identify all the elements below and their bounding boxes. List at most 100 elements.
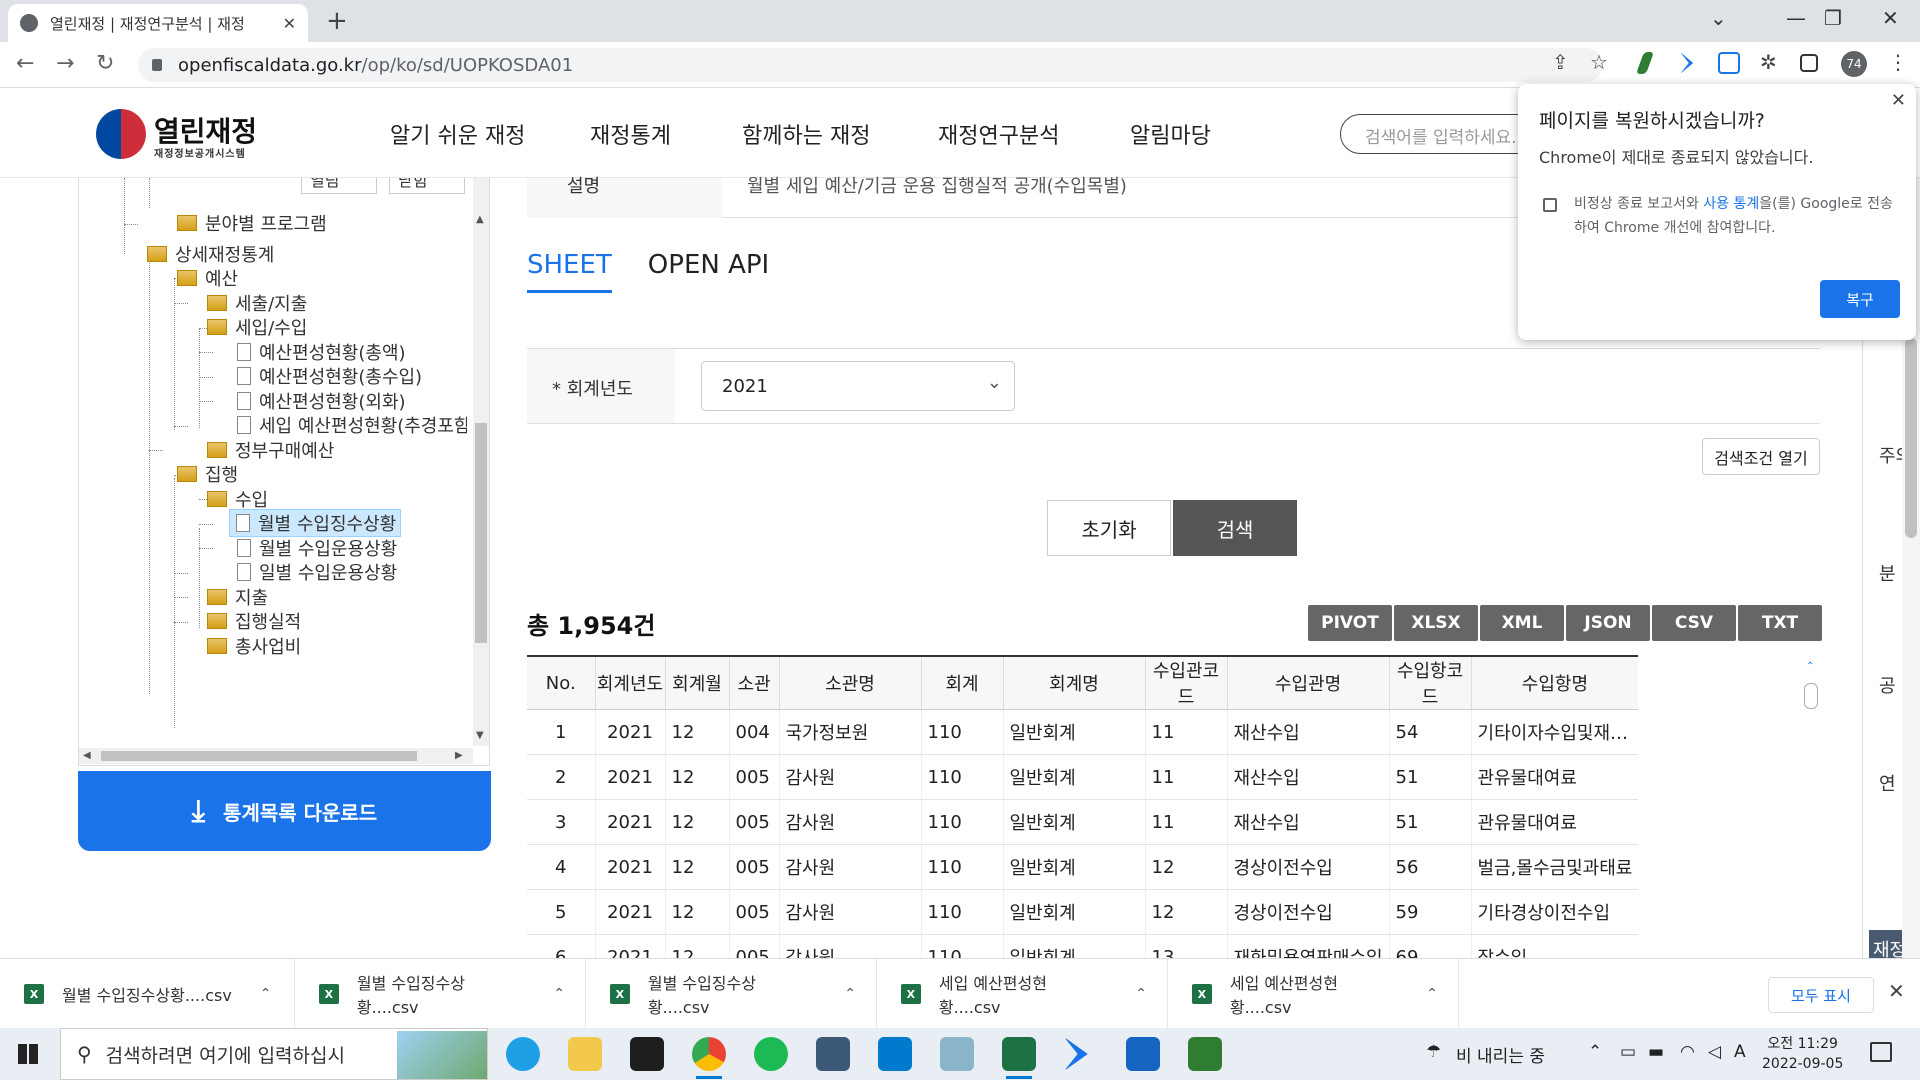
media-app-icon[interactable] <box>1188 1037 1222 1071</box>
battery-icon[interactable]: ▬ <box>1648 1042 1664 1062</box>
extension-ui-icon[interactable] <box>1718 52 1740 74</box>
table-row[interactable]: 4 2021 12 005 감사원 110 일반회계 12 경상이전수입 56 벌금,몰수금및과태료 <box>527 844 1639 890</box>
nav-easy-finance[interactable]: 알기 쉬운 재정 <box>390 118 525 150</box>
side-panel-icon[interactable] <box>1800 54 1818 72</box>
column-header[interactable]: 회계월 <box>664 655 729 710</box>
share-icon[interactable]: ⇪ <box>1552 50 1574 74</box>
chrome-icon[interactable] <box>692 1037 726 1079</box>
search-button[interactable]: 검색 <box>1173 500 1297 556</box>
download-item[interactable]: X 월별 수입징수상황....csv ⌃ <box>586 959 877 1029</box>
tree-node-folder[interactable]: 총사업비 <box>207 632 301 660</box>
export-json-button[interactable]: JSON <box>1566 605 1650 641</box>
chevron-up-icon[interactable]: ⌃ <box>1426 986 1438 1002</box>
tree-node-folder[interactable]: 세입/수입 <box>207 313 307 341</box>
column-header[interactable]: 회계명 <box>1002 655 1145 710</box>
export-csv-button[interactable]: CSV <box>1652 605 1736 641</box>
download-item[interactable]: X 세입 예산편성현황....csv ⌃ <box>877 959 1168 1029</box>
taegeuk-logo-icon[interactable] <box>96 109 146 159</box>
tree-node-folder[interactable]: 집행 <box>177 460 238 488</box>
column-header[interactable]: 회계 <box>920 655 1003 710</box>
usage-stats-link[interactable]: 사용 통계 <box>1703 196 1759 212</box>
tree-node-doc[interactable]: 일별 수입운용상황 <box>237 558 397 586</box>
address-bar[interactable]: openfiscaldata.go.kr/op/ko/sd/UOPKOSDA01 <box>138 48 1603 82</box>
download-item[interactable]: X 세입 예산편성현황....csv ⌃ <box>1168 959 1459 1029</box>
column-header[interactable]: 수입관명 <box>1226 655 1390 710</box>
kebab-menu-icon[interactable]: ⋮ <box>1888 50 1910 74</box>
notification-icon[interactable] <box>1870 1042 1892 1062</box>
tab-sheet[interactable]: SHEET <box>527 250 612 293</box>
tab-search-icon[interactable]: ⌄ <box>1710 6 1727 30</box>
terminal-icon[interactable] <box>630 1037 664 1071</box>
scroll-down-icon[interactable]: ▼ <box>476 730 484 741</box>
chevron-up-icon[interactable]: ⌃ <box>844 986 856 1002</box>
column-header[interactable]: 소관명 <box>778 655 921 710</box>
power-automate-icon[interactable] <box>1064 1037 1088 1071</box>
open-filter-button[interactable]: 검색조건 열기 <box>1702 438 1820 475</box>
scroll-up-icon[interactable]: ⌃ <box>1806 661 1814 672</box>
collapse-all-button[interactable]: 닫힘 <box>389 178 465 194</box>
ime-icon[interactable]: A <box>1734 1042 1746 1062</box>
download-item[interactable]: X 월별 수입징수상황....csv ⌃ <box>295 959 586 1029</box>
taskbar-search-input[interactable]: ⚲ 검색하려면 여기에 입력하십시 <box>60 1028 488 1080</box>
spotify-icon[interactable] <box>754 1037 788 1071</box>
restore-icon[interactable]: ❐ <box>1824 6 1842 30</box>
tree-horizontal-scrollbar[interactable]: ◀ ▶ <box>79 748 473 764</box>
table-row[interactable]: 5 2021 12 005 감사원 110 일반회계 12 경상이전수입 59 기타경상이전수입 <box>527 889 1639 935</box>
nav-notice[interactable]: 알림마당 <box>1130 118 1211 150</box>
export-txt-button[interactable]: TXT <box>1738 605 1822 641</box>
extension-pen-icon[interactable] <box>1635 52 1655 74</box>
chevron-up-icon[interactable]: ⌃ <box>1135 986 1147 1002</box>
table-row[interactable]: 1 2021 12 004 국가정보원 110 일반회계 11 재산수입 54 기타이자수입및재… <box>527 709 1639 755</box>
column-header[interactable]: 수입항명 <box>1470 655 1639 710</box>
table-scrollbar[interactable]: ⌃ <box>1802 655 1820 958</box>
scroll-left-icon[interactable]: ◀ <box>83 750 91 761</box>
excel-icon[interactable] <box>1002 1037 1036 1079</box>
tray-device-icon[interactable]: ▭ <box>1620 1042 1636 1062</box>
tree-node-doc[interactable]: 세입 예산편성현황(추경포함 <box>237 411 467 439</box>
weather-icon[interactable]: ☂ <box>1426 1042 1441 1062</box>
tree-node-folder[interactable]: 집행실적 <box>207 607 301 635</box>
show-all-downloads-button[interactable]: 모두 표시 <box>1768 977 1874 1013</box>
close-window-icon[interactable]: ✕ <box>1882 6 1899 30</box>
column-header[interactable]: 수입관코드 <box>1144 655 1227 710</box>
volume-icon[interactable]: ◁ <box>1708 1042 1721 1062</box>
restore-button[interactable]: 복구 <box>1820 280 1900 318</box>
chevron-up-icon[interactable]: ⌃ <box>553 986 565 1002</box>
vscode-icon[interactable] <box>878 1037 912 1071</box>
tree-node-doc-selected[interactable]: 월별 수입징수상황 <box>229 509 402 537</box>
reload-icon[interactable]: ↻ <box>96 51 114 76</box>
close-icon[interactable]: ✕ <box>1888 979 1905 1003</box>
download-list-button[interactable]: ⤓ 통계목록 다운로드 <box>78 771 491 851</box>
tab-open-api[interactable]: OPEN API <box>648 250 769 293</box>
table-row[interactable]: 2 2021 12 005 감사원 110 일반회계 11 재산수입 51 관유물대여료 <box>527 754 1639 800</box>
download-item[interactable]: X 월별 수입징수상황....csv ⌃ <box>0 959 295 1029</box>
close-icon[interactable]: ✕ <box>1891 90 1906 111</box>
weather-text[interactable]: 비 내리는 중 <box>1456 1042 1545 1067</box>
tree-vertical-scrollbar[interactable]: ▲ ▼ <box>473 178 489 746</box>
scroll-right-icon[interactable]: ▶ <box>455 750 463 761</box>
column-header[interactable]: 소관 <box>728 655 779 710</box>
scroll-thumb[interactable] <box>475 423 487 643</box>
bookmark-star-icon[interactable]: ☆ <box>1590 50 1612 74</box>
tree-node-folder[interactable]: 예산 <box>177 264 238 292</box>
close-tab-icon[interactable]: ✕ <box>283 14 296 33</box>
back-icon[interactable]: ← <box>16 51 34 76</box>
column-header[interactable]: 수입항코드 <box>1388 655 1472 710</box>
wifi-icon[interactable]: ◠ <box>1680 1042 1695 1062</box>
tree-node-folder[interactable]: 분야별 프로그램 <box>177 209 327 237</box>
app-s-icon[interactable] <box>1126 1037 1160 1071</box>
column-header[interactable]: 회계년도 <box>594 655 665 710</box>
scroll-thumb[interactable] <box>1804 683 1818 709</box>
export-pivot-button[interactable]: PIVOT <box>1308 605 1392 641</box>
nav-together[interactable]: 함께하는 재정 <box>742 118 870 150</box>
windows-start-icon[interactable] <box>18 1044 38 1064</box>
chevron-up-icon[interactable]: ⌃ <box>260 986 272 1002</box>
tree-node-doc[interactable]: 예산편성현황(총수입) <box>237 362 422 390</box>
export-xlsx-button[interactable]: XLSX <box>1394 605 1478 641</box>
file-explorer-icon[interactable] <box>568 1037 602 1071</box>
nav-research[interactable]: 재정연구분석 <box>938 118 1059 150</box>
edge-icon[interactable] <box>506 1037 540 1071</box>
new-tab-button[interactable]: + <box>326 8 348 34</box>
scroll-thumb[interactable] <box>101 751 417 761</box>
extensions-puzzle-icon[interactable]: ✲ <box>1760 50 1782 74</box>
